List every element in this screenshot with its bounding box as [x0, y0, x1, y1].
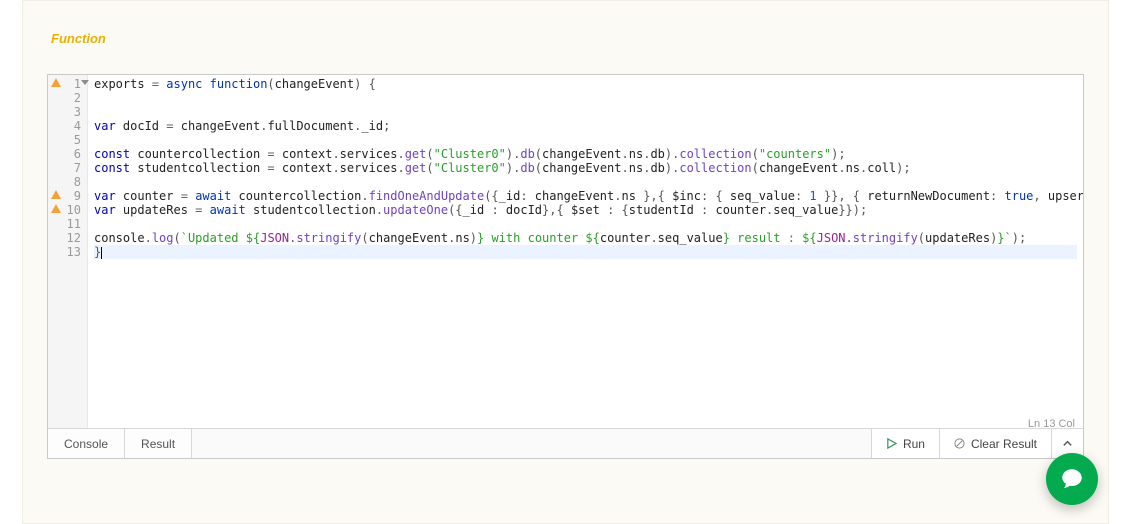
line-number: 12: [48, 231, 87, 245]
code-line[interactable]: console.log(`Updated ${JSON.stringify(ch…: [94, 231, 1077, 245]
code-line[interactable]: var docId = changeEvent.fullDocument._id…: [94, 119, 1077, 133]
warning-icon: [51, 190, 61, 199]
tab-console[interactable]: Console: [48, 429, 125, 458]
line-number: 3: [48, 105, 87, 119]
code-line[interactable]: [94, 105, 1077, 119]
code-line[interactable]: const studentcollection = context.servic…: [94, 161, 1077, 175]
line-number: 6: [48, 147, 87, 161]
play-icon: [886, 438, 897, 449]
run-button-label: Run: [903, 437, 925, 451]
line-number: 9: [48, 189, 87, 203]
cursor-position: Ln 13 Col: [1028, 418, 1075, 430]
warning-icon: [51, 78, 61, 87]
clear-result-label: Clear Result: [971, 437, 1037, 451]
editor-footer: Console Result Run Clear Result: [48, 428, 1083, 458]
editor-content[interactable]: exports = async function(changeEvent) { v…: [88, 75, 1083, 428]
code-line[interactable]: exports = async function(changeEvent) {: [94, 77, 1077, 91]
code-line[interactable]: [94, 91, 1077, 105]
chevron-up-icon: [1062, 438, 1073, 449]
chat-icon: [1059, 466, 1085, 492]
line-number: 11: [48, 217, 87, 231]
line-number: 1: [48, 77, 87, 91]
line-number: 10: [48, 203, 87, 217]
line-number: 2: [48, 91, 87, 105]
chat-widget-button[interactable]: [1046, 453, 1098, 505]
run-button[interactable]: Run: [871, 429, 939, 458]
line-number: 13: [48, 245, 87, 259]
code-line[interactable]: const countercollection = context.servic…: [94, 147, 1077, 161]
code-line[interactable]: var counter = await countercollection.fi…: [94, 189, 1077, 203]
code-line[interactable]: [94, 175, 1077, 189]
line-number: 5: [48, 133, 87, 147]
code-line[interactable]: var updateRes = await studentcollection.…: [94, 203, 1077, 217]
line-number: 7: [48, 161, 87, 175]
clear-result-button[interactable]: Clear Result: [939, 429, 1051, 458]
line-number: 4: [48, 119, 87, 133]
warning-icon: [51, 204, 61, 213]
editor-gutter: 12345678910111213: [48, 75, 88, 428]
code-line[interactable]: [94, 133, 1077, 147]
code-line[interactable]: [94, 217, 1077, 231]
line-number: 8: [48, 175, 87, 189]
tab-result[interactable]: Result: [125, 429, 192, 458]
cancel-icon: [954, 438, 965, 449]
code-line[interactable]: }: [94, 245, 1077, 259]
code-editor[interactable]: 12345678910111213 exports = async functi…: [47, 74, 1084, 459]
section-title: Function: [51, 31, 1084, 46]
